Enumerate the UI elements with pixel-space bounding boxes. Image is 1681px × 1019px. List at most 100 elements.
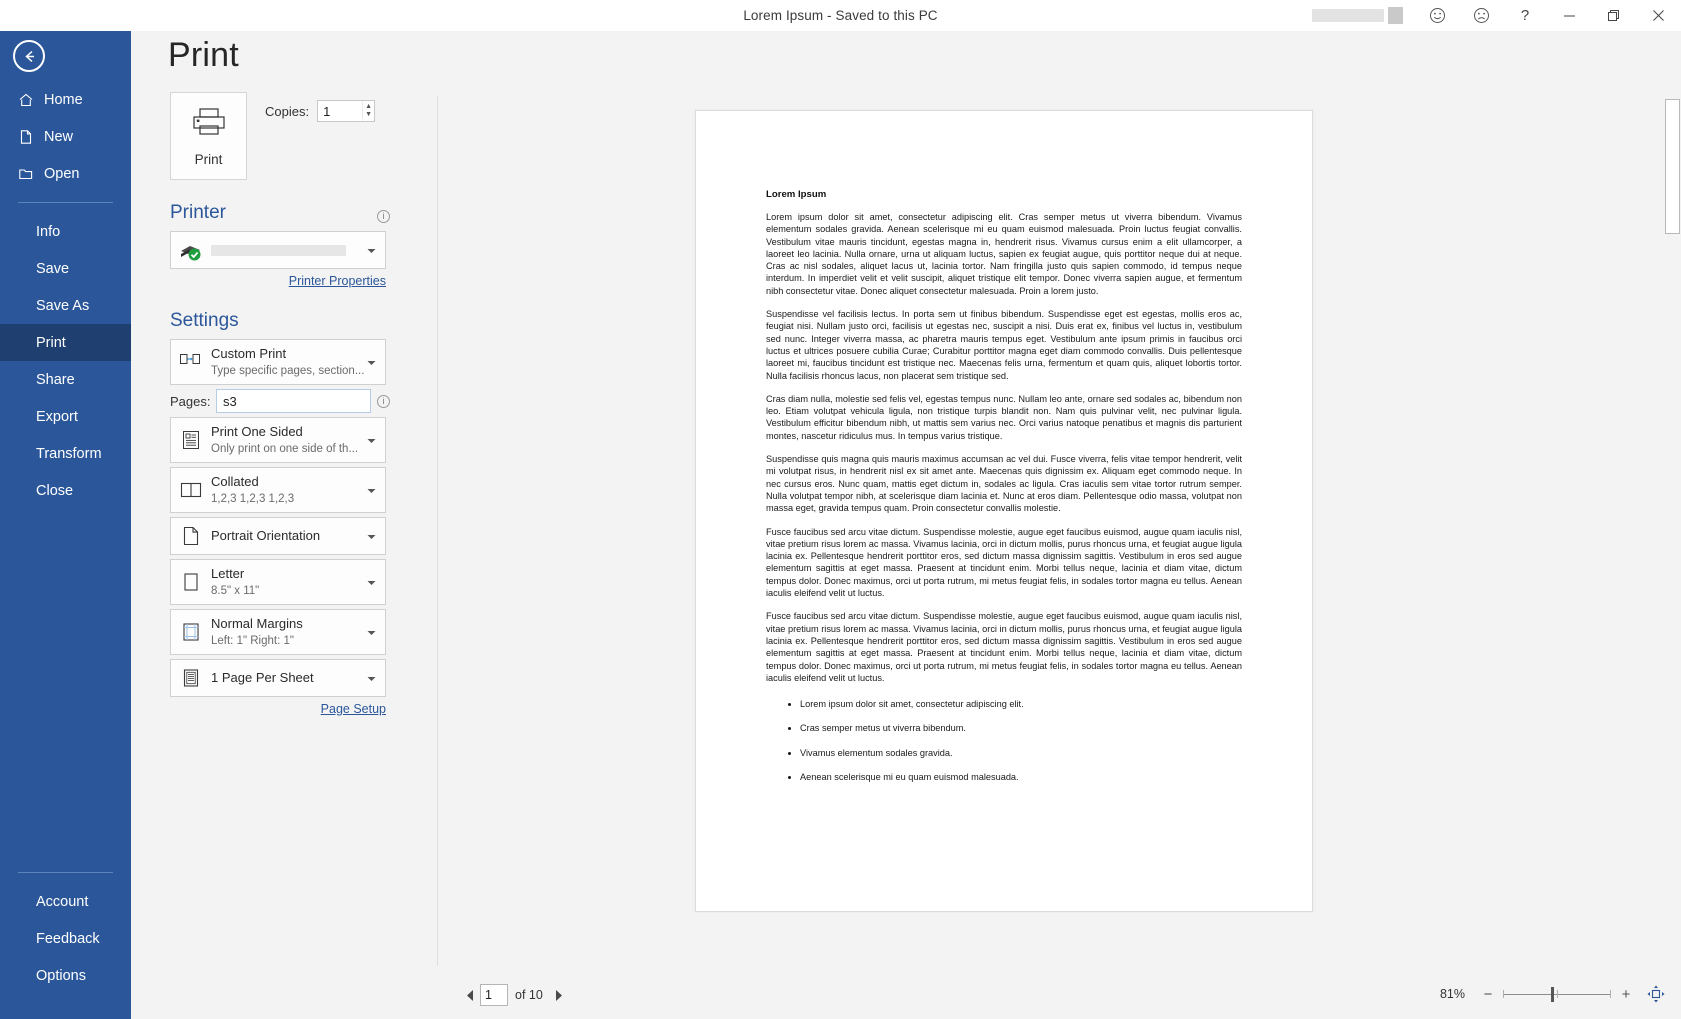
zoom-out-button[interactable]: − xyxy=(1479,984,1497,1004)
zoom-slider[interactable] xyxy=(1503,984,1611,1004)
sidebar-item-transform[interactable]: Transform xyxy=(0,435,131,472)
document-heading: Lorem Ipsum xyxy=(766,189,827,200)
settings-section-header: Settings xyxy=(170,310,392,332)
printer-name-blur-2 xyxy=(211,244,346,256)
document-page-preview[interactable]: Lorem Ipsum Lorem ipsum dolor sit amet, … xyxy=(695,110,1313,912)
setting-print-sides[interactable]: Print One Sided Only print on one side o… xyxy=(170,417,386,463)
smile-feedback-icon[interactable] xyxy=(1415,0,1459,31)
print-action-row: Print Copies: ▲ ▼ xyxy=(170,92,392,180)
print-button[interactable]: Print xyxy=(170,92,247,180)
preview-status-bar: of 10 81% − + xyxy=(438,972,1681,1019)
setting-secondary-label: Only print on one side of th... xyxy=(211,443,359,455)
nav-bottom-group: Account Feedback Options xyxy=(0,862,131,994)
one-sided-icon xyxy=(171,428,211,452)
minimize-button[interactable] xyxy=(1547,0,1591,31)
sidebar-item-feedback[interactable]: Feedback xyxy=(0,920,131,957)
copies-spin-arrows[interactable]: ▲ ▼ xyxy=(362,101,374,121)
sidebar-item-export[interactable]: Export xyxy=(0,398,131,435)
sidebar-item-options[interactable]: Options xyxy=(0,957,131,994)
open-folder-icon xyxy=(18,166,44,182)
setting-primary-label: Normal Margins xyxy=(211,616,303,631)
printer-select[interactable] xyxy=(170,231,386,269)
sidebar-item-label: Print xyxy=(36,334,66,351)
pages-info-icon[interactable]: i xyxy=(377,394,390,408)
previous-page-button[interactable] xyxy=(460,984,480,1006)
help-button[interactable]: ? xyxy=(1503,0,1547,31)
page-setup-link[interactable]: Page Setup xyxy=(170,702,386,716)
zoom-to-page-icon[interactable] xyxy=(1645,983,1667,1005)
margins-icon xyxy=(171,620,211,644)
paper-size-icon xyxy=(171,570,211,594)
setting-margins[interactable]: Normal Margins Left: 1" Right: 1" xyxy=(170,609,386,655)
chevron-down-icon[interactable] xyxy=(367,527,376,545)
print-preview-area: Lorem Ipsum Lorem ipsum dolor sit amet, … xyxy=(438,31,1643,972)
restore-button[interactable] xyxy=(1591,0,1635,31)
preview-vertical-scrollbar[interactable] xyxy=(1664,31,1681,972)
sidebar-item-print[interactable]: Print xyxy=(0,324,131,361)
copies-input[interactable] xyxy=(318,101,363,121)
zoom-in-button[interactable]: + xyxy=(1617,984,1635,1004)
sidebar-item-open[interactable]: Open xyxy=(0,155,131,192)
setting-pages-per-sheet[interactable]: 1 Page Per Sheet xyxy=(170,659,386,697)
document-paragraph: Fusce faucibus sed arcu vitae dictum. Su… xyxy=(766,611,1242,683)
copies-label: Copies: xyxy=(265,103,310,119)
document-paragraph: Suspendisse vel facilisis lectus. In por… xyxy=(766,309,1242,381)
document-content: Lorem Ipsum Lorem ipsum dolor sit amet, … xyxy=(696,111,1312,783)
new-document-icon xyxy=(18,129,44,145)
chevron-down-icon[interactable] xyxy=(367,573,376,591)
copies-increment[interactable]: ▲ xyxy=(365,103,372,111)
copies-control: Copies: ▲ ▼ xyxy=(265,100,376,122)
printer-section-header: Printer i xyxy=(170,202,392,224)
sidebar-item-info[interactable]: Info xyxy=(0,213,131,250)
printer-properties-link[interactable]: Printer Properties xyxy=(170,274,386,288)
setting-secondary-label: 1,2,3 1,2,3 1,2,3 xyxy=(211,493,295,505)
sidebar-item-save-as[interactable]: Save As xyxy=(0,287,131,324)
printer-section-title: Printer xyxy=(170,202,226,223)
setting-collation[interactable]: Collated 1,2,3 1,2,3 1,2,3 xyxy=(170,467,386,513)
pages-input[interactable] xyxy=(216,389,371,413)
sidebar-item-new[interactable]: New xyxy=(0,118,131,155)
chevron-down-icon[interactable] xyxy=(367,241,376,259)
zoom-level-label: 81% xyxy=(1439,987,1465,1001)
printer-name-redacted xyxy=(211,240,385,261)
word-print-backstage: Lorem Ipsum - Saved to this PC ? Home Ne… xyxy=(0,0,1681,1019)
page-count-label: of 10 xyxy=(515,988,543,1002)
copies-decrement[interactable]: ▼ xyxy=(365,111,372,119)
pages-label: Pages: xyxy=(170,393,211,409)
setting-print-range[interactable]: Custom Print Type specific pages, sectio… xyxy=(170,339,386,385)
status-bar-top-border xyxy=(438,972,1681,973)
chevron-down-icon[interactable] xyxy=(367,431,376,449)
current-page-input[interactable] xyxy=(480,984,508,1006)
list-item: Aenean scelerisque mi eu quam euismod ma… xyxy=(800,771,1242,783)
back-button[interactable] xyxy=(13,40,45,72)
chevron-down-icon[interactable] xyxy=(367,623,376,641)
chevron-down-icon[interactable] xyxy=(367,669,376,687)
sidebar-item-account[interactable]: Account xyxy=(0,883,131,920)
close-button[interactable] xyxy=(1635,0,1681,31)
list-item: Lorem ipsum dolor sit amet, consectetur … xyxy=(800,698,1242,710)
sidebar-item-label: Account xyxy=(36,893,89,910)
print-settings-column: Print Copies: ▲ ▼ Printer i xyxy=(170,92,392,716)
sidebar-item-share[interactable]: Share xyxy=(0,361,131,398)
nav-top-group: Home New Open Info Save Save As Print Sh… xyxy=(0,81,131,509)
zoom-slider-handle[interactable] xyxy=(1551,987,1554,1002)
chevron-down-icon[interactable] xyxy=(367,481,376,499)
next-page-button[interactable] xyxy=(549,984,569,1006)
scrollbar-thumb[interactable] xyxy=(1665,99,1680,234)
frown-feedback-icon[interactable] xyxy=(1459,0,1503,31)
printer-info-icon[interactable]: i xyxy=(377,210,390,223)
setting-paper-size[interactable]: Letter 8.5" x 11" xyxy=(170,559,386,605)
sidebar-item-label: Feedback xyxy=(36,930,100,947)
sidebar-item-close[interactable]: Close xyxy=(0,472,131,509)
setting-orientation[interactable]: Portrait Orientation xyxy=(170,517,386,555)
chevron-down-icon[interactable] xyxy=(367,353,376,371)
sidebar-item-home[interactable]: Home xyxy=(0,81,131,118)
copies-stepper[interactable]: ▲ ▼ xyxy=(317,100,376,122)
sidebar-item-label: Transform xyxy=(36,445,102,462)
zoom-tick xyxy=(1557,990,1558,998)
document-paragraph: Fusce faucibus sed arcu vitae dictum. Su… xyxy=(766,526,1242,599)
nav-divider-top xyxy=(18,202,113,203)
account-avatar-redacted xyxy=(1388,7,1403,24)
setting-primary-label: Letter xyxy=(211,566,245,581)
sidebar-item-save[interactable]: Save xyxy=(0,250,131,287)
